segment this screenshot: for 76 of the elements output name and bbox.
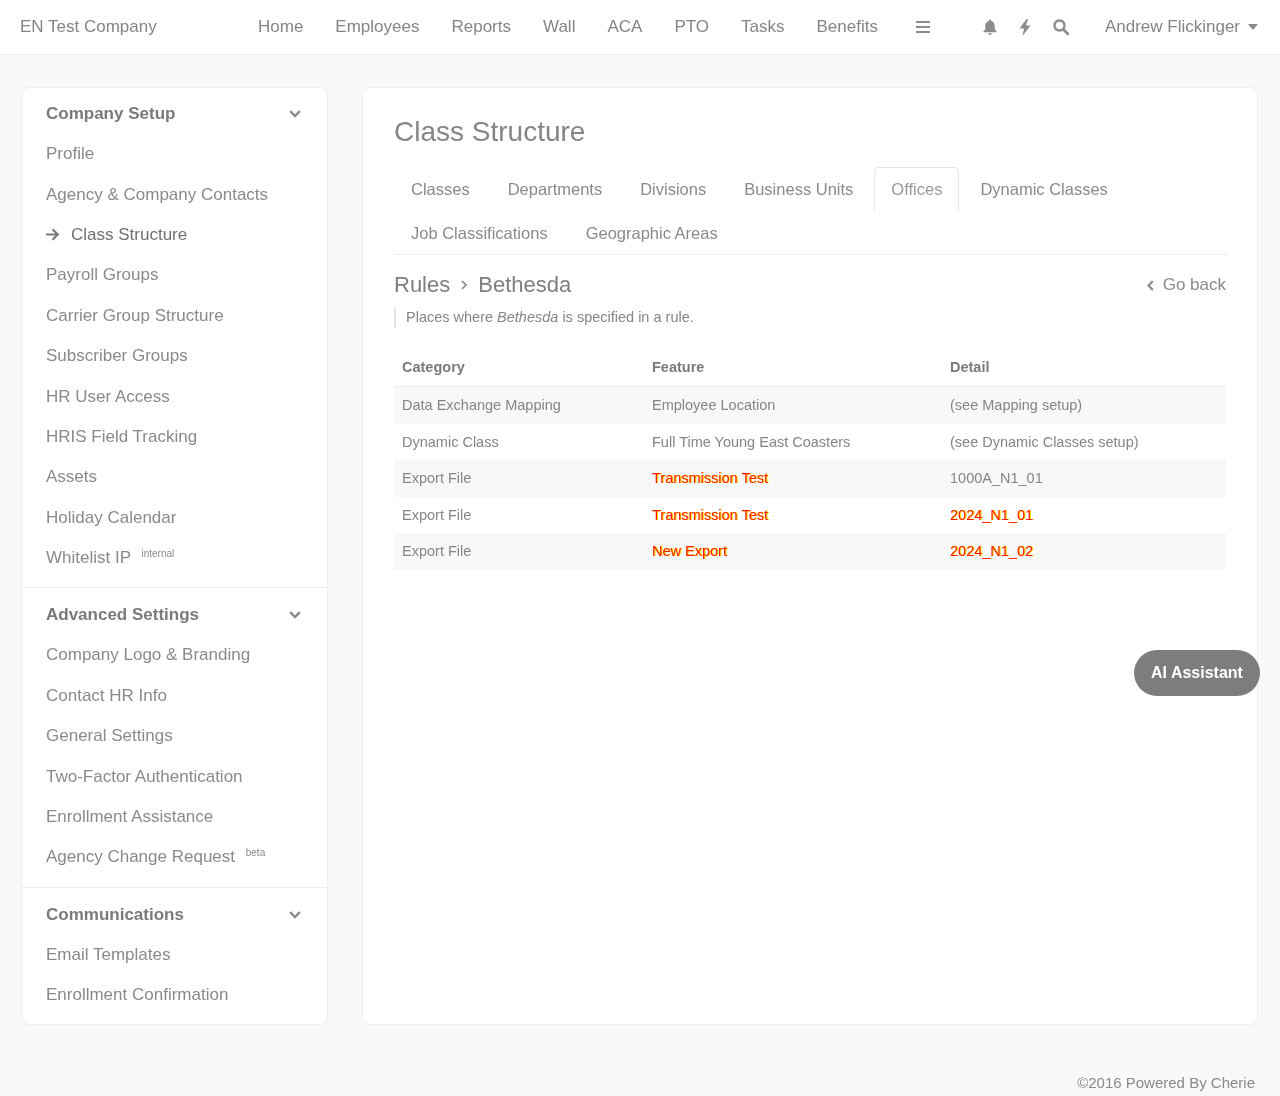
column-header: Feature <box>644 348 942 387</box>
page-title: Class Structure <box>394 115 587 149</box>
tab[interactable]: Divisions <box>623 167 724 211</box>
column-header: Detail <box>942 348 1226 387</box>
sidebar-item[interactable]: Assets <box>46 457 303 498</box>
table-cell: Transmission Test <box>644 460 942 497</box>
sidebar-item[interactable]: Email Templates <box>46 934 303 976</box>
menu-icon[interactable] <box>915 21 930 33</box>
table-cell: 2024_N1_01 <box>942 496 1226 533</box>
sidebar-item[interactable]: Subscriber Groups <box>46 335 303 377</box>
table-cell: (see Dynamic Classes setup) <box>942 423 1226 460</box>
sidebar-item[interactable]: HRIS Field Tracking <box>46 416 303 458</box>
sidebar-item[interactable]: Class Structure <box>46 214 303 256</box>
nav-link[interactable]: Employees <box>335 17 420 37</box>
section-header[interactable]: Company Setup <box>46 94 303 134</box>
column-header: Category <box>394 348 644 387</box>
sidebar-item[interactable]: Whitelist IP $^{internal}$ <box>46 537 303 579</box>
nav-link[interactable]: Reports <box>451 17 511 37</box>
sidebar-item[interactable]: Agency & Company Contacts <box>46 174 303 215</box>
sidebar-item[interactable]: Carrier Group Structure <box>46 295 303 336</box>
bell-icon[interactable] <box>982 19 997 35</box>
nav-link[interactable]: ACA <box>607 17 643 37</box>
tab[interactable]: Business Units <box>727 167 871 211</box>
sidebar-item[interactable]: Enrollment Assistance <box>46 796 303 838</box>
sidebar-item[interactable]: HR User Access <box>46 376 303 417</box>
company-name[interactable]: EN Test Company <box>20 17 258 37</box>
chevron-left-icon <box>1146 279 1154 291</box>
table-cell: Dynamic Class <box>394 423 644 460</box>
tab[interactable]: Departments <box>490 167 620 211</box>
nav-link[interactable]: Wall <box>543 17 576 37</box>
table-cell: Export File <box>394 496 644 533</box>
chevron-right-icon <box>461 280 468 290</box>
table-cell: Employee Location <box>644 386 942 424</box>
tab[interactable]: Dynamic Classes <box>963 167 1125 211</box>
breadcrumb-link[interactable]: Rules <box>394 272 451 298</box>
chevron-down-icon <box>289 611 301 620</box>
section-header[interactable]: Communications <box>46 894 303 935</box>
table-cell: New Export <box>644 533 942 570</box>
sidebar-item[interactable]: Agency Change Request $^{beta}$ <box>46 837 303 878</box>
rules-note: Places where Bethesda is specified in a rule. <box>394 307 1226 328</box>
table-cell: Export File <box>394 533 644 570</box>
table-cell: 1000A_N1_01 <box>942 460 1226 497</box>
ai-assistant-button[interactable]: AI Assistant <box>1134 650 1260 696</box>
table-cell: Full Time Young East Coasters <box>644 423 942 460</box>
sidebar-item[interactable]: Contact HR Info <box>46 675 303 717</box>
sidebar-item[interactable]: Profile <box>46 134 303 175</box>
go-back-link[interactable]: Go back <box>1146 275 1226 295</box>
table-cell: Export File <box>394 460 644 497</box>
table-cell: (see Mapping setup) <box>942 386 1226 424</box>
nav-link[interactable]: PTO <box>674 17 710 37</box>
footer-text: ©2016 Powered By Cherie <box>1077 1074 1255 1093</box>
arrow-right-icon <box>46 228 60 242</box>
tab[interactable]: Classes <box>394 167 487 211</box>
search-icon[interactable] <box>1052 19 1069 35</box>
lightning-bolt-icon[interactable] <box>1018 18 1031 36</box>
tab[interactable]: Geographic Areas <box>568 211 735 255</box>
chevron-down-icon <box>289 110 301 118</box>
table-cell: 2024_N1_02 <box>942 533 1226 570</box>
tab[interactable]: Offices <box>874 167 960 211</box>
table-cell: Transmission Test <box>644 496 942 533</box>
sidebar-item[interactable]: Payroll Groups <box>46 255 303 296</box>
sidebar-item[interactable]: Holiday Calendar <box>46 497 303 538</box>
sidebar-item[interactable]: General Settings <box>46 716 303 757</box>
chevron-down-icon <box>289 910 301 919</box>
section-header[interactable]: Advanced Settings <box>46 595 303 636</box>
caret-down-icon <box>1248 24 1258 30</box>
nav-link[interactable]: Home <box>258 17 304 37</box>
sidebar-item[interactable]: Enrollment Confirmation <box>46 975 303 1016</box>
table-cell: Data Exchange Mapping <box>394 386 644 424</box>
user-menu[interactable]: Andrew Flickinger <box>1104 17 1258 37</box>
sidebar-item[interactable]: Two-Factor Authentication <box>46 756 303 797</box>
tab[interactable]: Job Classifications <box>394 211 565 255</box>
nav-link[interactable]: Benefits <box>816 17 878 37</box>
breadcrumb-current: Bethesda <box>478 272 572 298</box>
nav-link[interactable]: Tasks <box>741 17 785 37</box>
sidebar-item[interactable]: Company Logo & Branding <box>46 635 303 676</box>
